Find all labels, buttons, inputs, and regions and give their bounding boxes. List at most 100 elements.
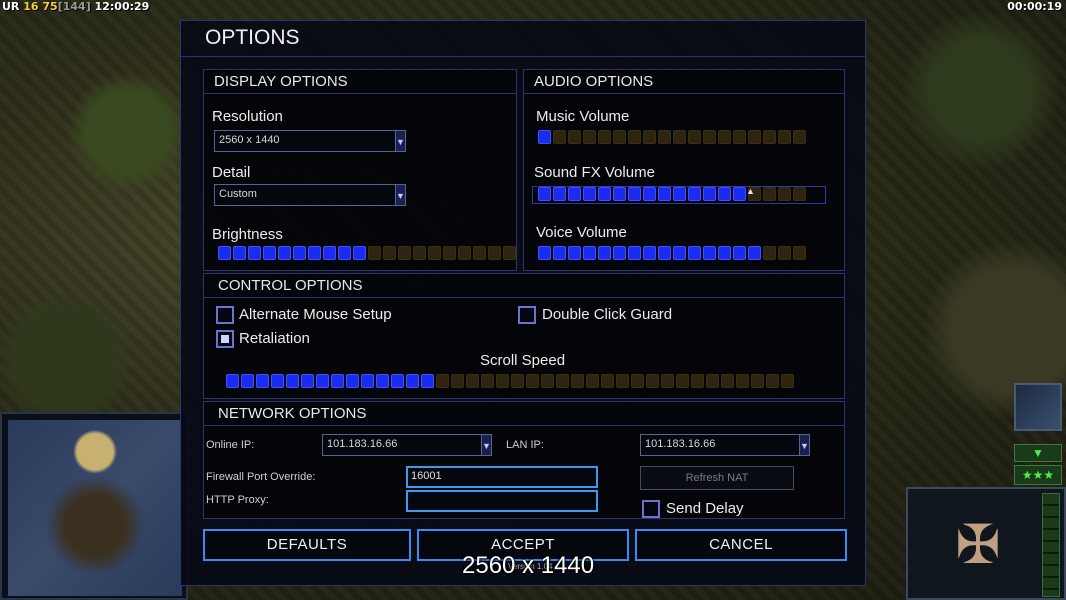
slider-segment[interactable]: [688, 130, 701, 144]
slider-segment[interactable]: [398, 246, 411, 260]
slider-segment[interactable]: [286, 374, 299, 388]
slider-segment[interactable]: [301, 374, 314, 388]
slider-segment[interactable]: [458, 246, 471, 260]
slider-segment[interactable]: [361, 374, 374, 388]
slider-segment[interactable]: [511, 374, 524, 388]
slider-segment[interactable]: [421, 374, 434, 388]
slider-segment[interactable]: [271, 374, 284, 388]
slider-segment[interactable]: [496, 374, 509, 388]
cancel-button[interactable]: CANCEL: [635, 529, 847, 561]
slider-segment[interactable]: [661, 374, 674, 388]
slider-segment[interactable]: [703, 130, 716, 144]
slider-segment[interactable]: [778, 187, 791, 201]
slider-segment[interactable]: [481, 374, 494, 388]
slider-segment[interactable]: [583, 130, 596, 144]
chevron-down-icon[interactable]: ▼: [1014, 444, 1062, 462]
slider-segment[interactable]: [583, 246, 596, 260]
slider-segment[interactable]: [748, 246, 761, 260]
slider-segment[interactable]: [628, 246, 641, 260]
slider-segment[interactable]: [406, 374, 419, 388]
slider-segment[interactable]: [721, 374, 734, 388]
slider-segment[interactable]: [353, 246, 366, 260]
slider-segment[interactable]: [503, 246, 516, 260]
slider-segment[interactable]: [658, 246, 671, 260]
defaults-button[interactable]: DEFAULTS: [203, 529, 411, 561]
slider-segment[interactable]: [413, 246, 426, 260]
retaliation-checkbox[interactable]: [216, 330, 234, 348]
slider-segment[interactable]: [568, 130, 581, 144]
firewall-port-input[interactable]: 16001: [406, 466, 598, 488]
slider-segment[interactable]: [628, 130, 641, 144]
sound-fx-volume-slider[interactable]: [538, 187, 806, 203]
send-delay-checkbox[interactable]: [642, 500, 660, 518]
slider-segment[interactable]: [346, 374, 359, 388]
music-volume-slider[interactable]: [538, 130, 806, 146]
slider-segment[interactable]: [763, 187, 776, 201]
slider-segment[interactable]: [628, 187, 641, 201]
slider-segment[interactable]: [316, 374, 329, 388]
slider-segment[interactable]: [676, 374, 689, 388]
slider-segment[interactable]: [763, 130, 776, 144]
slider-segment[interactable]: [233, 246, 246, 260]
detail-dropdown[interactable]: Custom ▼: [214, 184, 406, 206]
slider-segment[interactable]: [553, 246, 566, 260]
alternate-mouse-checkbox[interactable]: [216, 306, 234, 324]
slider-segment[interactable]: [248, 246, 261, 260]
slider-segment[interactable]: [658, 130, 671, 144]
slider-segment[interactable]: [613, 130, 626, 144]
slider-segment[interactable]: [733, 187, 746, 201]
slider-segment[interactable]: [428, 246, 441, 260]
slider-segment[interactable]: [488, 246, 501, 260]
slider-segment[interactable]: [598, 246, 611, 260]
slider-segment[interactable]: [526, 374, 539, 388]
slider-segment[interactable]: [733, 130, 746, 144]
slider-segment[interactable]: [278, 246, 291, 260]
slider-segment[interactable]: [376, 374, 389, 388]
http-proxy-input[interactable]: [406, 490, 598, 512]
slider-segment[interactable]: [643, 246, 656, 260]
chevron-down-icon[interactable]: ▼: [395, 131, 405, 151]
slider-segment[interactable]: [538, 246, 551, 260]
minimap[interactable]: [0, 412, 188, 600]
slider-segment[interactable]: [443, 246, 456, 260]
slider-segment[interactable]: [748, 130, 761, 144]
slider-segment[interactable]: [658, 187, 671, 201]
slider-segment[interactable]: [643, 187, 656, 201]
slider-segment[interactable]: [383, 246, 396, 260]
slider-thumb-icon[interactable]: ▲: [746, 186, 755, 196]
chevron-down-icon[interactable]: ▼: [395, 185, 405, 205]
voice-volume-slider[interactable]: [538, 246, 806, 262]
slider-segment[interactable]: [241, 374, 254, 388]
chevron-down-icon[interactable]: ▼: [799, 435, 809, 455]
slider-segment[interactable]: [586, 374, 599, 388]
scroll-speed-slider[interactable]: [226, 374, 794, 390]
brightness-slider[interactable]: [218, 246, 516, 262]
refresh-nat-button[interactable]: Refresh NAT: [640, 466, 794, 490]
slider-segment[interactable]: [451, 374, 464, 388]
slider-segment[interactable]: [706, 374, 719, 388]
lan-ip-dropdown[interactable]: 101.183.16.66 ▼: [640, 434, 810, 456]
slider-segment[interactable]: [583, 187, 596, 201]
resolution-dropdown[interactable]: 2560 x 1440 ▼: [214, 130, 406, 152]
slider-segment[interactable]: [571, 374, 584, 388]
slider-segment[interactable]: [263, 246, 276, 260]
slider-segment[interactable]: [541, 374, 554, 388]
slider-segment[interactable]: [688, 187, 701, 201]
slider-segment[interactable]: [436, 374, 449, 388]
slider-segment[interactable]: [718, 187, 731, 201]
slider-segment[interactable]: [673, 187, 686, 201]
slider-segment[interactable]: [368, 246, 381, 260]
slider-segment[interactable]: [568, 187, 581, 201]
slider-segment[interactable]: [293, 246, 306, 260]
slider-segment[interactable]: [778, 246, 791, 260]
double-click-guard-checkbox[interactable]: [518, 306, 536, 324]
unit-portrait-thumbnail[interactable]: [1014, 383, 1062, 431]
slider-segment[interactable]: [691, 374, 704, 388]
slider-segment[interactable]: [598, 130, 611, 144]
slider-segment[interactable]: [751, 374, 764, 388]
slider-segment[interactable]: [613, 246, 626, 260]
slider-segment[interactable]: [556, 374, 569, 388]
slider-segment[interactable]: [718, 130, 731, 144]
slider-segment[interactable]: [616, 374, 629, 388]
slider-segment[interactable]: [391, 374, 404, 388]
